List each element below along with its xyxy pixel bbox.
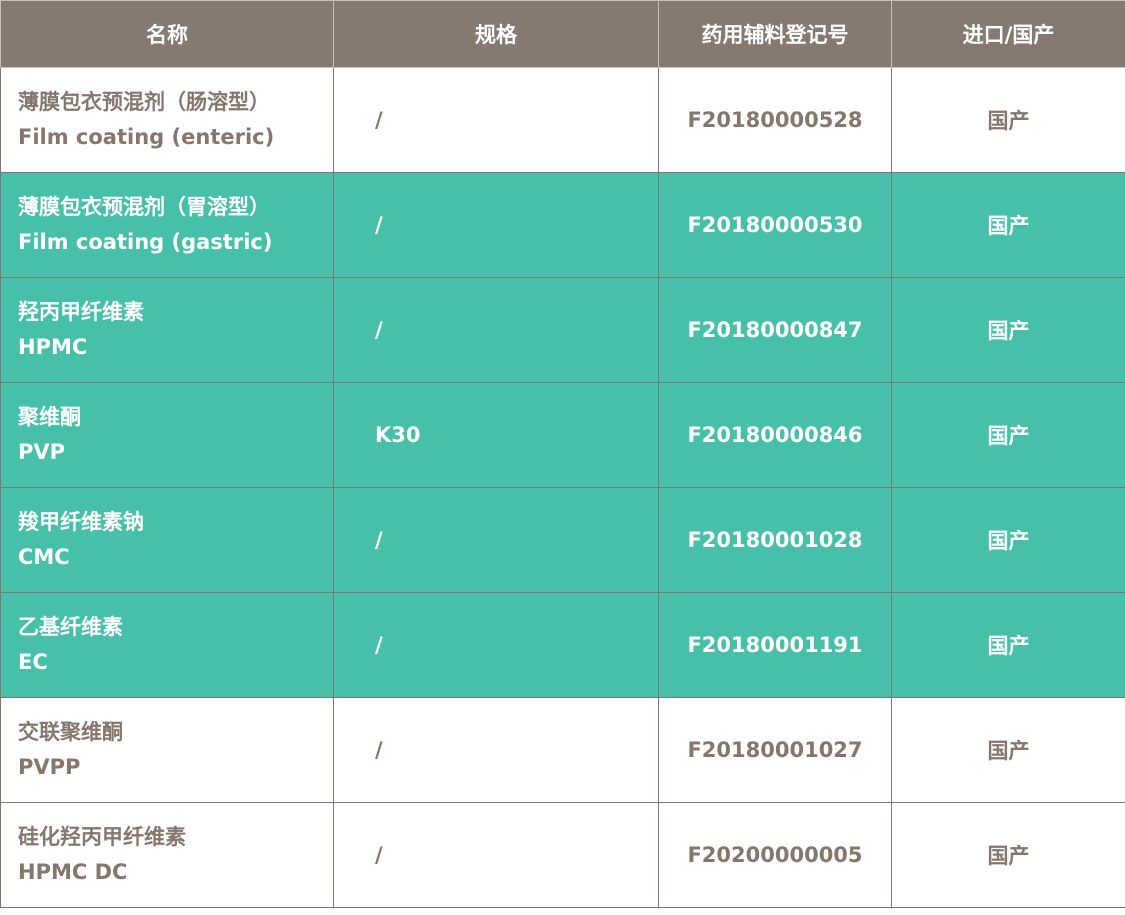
spec-cell: / <box>333 697 659 803</box>
header-origin: 进口/国产 <box>891 0 1125 68</box>
name-cell: 聚维酮 PVP <box>0 382 334 488</box>
header-name: 名称 <box>0 0 334 68</box>
name-cell: 薄膜包衣预混剂（胃溶型） Film coating (gastric) <box>0 172 334 278</box>
registration-cell: F20180001191 <box>658 592 892 698</box>
origin-cell: 国产 <box>891 697 1125 803</box>
origin-cell: 国产 <box>891 802 1125 908</box>
name-cn: 乙基纤维素 <box>18 615 123 639</box>
name-cell: 羟丙甲纤维素 HPMC <box>0 277 334 383</box>
table-row: 薄膜包衣预混剂（胃溶型） Film coating (gastric) / F2… <box>0 172 1125 278</box>
name-en: Film coating (gastric) <box>18 230 273 254</box>
registration-cell: F20180000847 <box>658 277 892 383</box>
name-cn: 硅化羟丙甲纤维素 <box>18 825 186 849</box>
table-row: 硅化羟丙甲纤维素 HPMC DC / F20200000005 国产 <box>0 802 1125 908</box>
spec-cell: / <box>333 487 659 593</box>
name-cn: 薄膜包衣预混剂（肠溶型） <box>18 90 270 114</box>
name-cn: 交联聚维酮 <box>18 720 123 744</box>
name-cell: 硅化羟丙甲纤维素 HPMC DC <box>0 802 334 908</box>
table-row: 薄膜包衣预混剂（肠溶型） Film coating (enteric) / F2… <box>0 67 1125 173</box>
origin-cell: 国产 <box>891 67 1125 173</box>
registration-cell: F20180001027 <box>658 697 892 803</box>
origin-cell: 国产 <box>891 172 1125 278</box>
origin-cell: 国产 <box>891 382 1125 488</box>
header-spec: 规格 <box>333 0 659 68</box>
name-en: EC <box>18 650 48 674</box>
name-cn: 羟丙甲纤维素 <box>18 300 144 324</box>
header-registration: 药用辅料登记号 <box>658 0 892 68</box>
table-row: 交联聚维酮 PVPP / F20180001027 国产 <box>0 697 1125 803</box>
registration-cell: F20180001028 <box>658 487 892 593</box>
spec-cell: / <box>333 172 659 278</box>
table-row: 聚维酮 PVP K30 F20180000846 国产 <box>0 382 1125 488</box>
table-row: 乙基纤维素 EC / F20180001191 国产 <box>0 592 1125 698</box>
spec-cell: K30 <box>333 382 659 488</box>
table-header: 名称 规格 药用辅料登记号 进口/国产 <box>0 0 1125 68</box>
table-row: 羧甲纤维素钠 CMC / F20180001028 国产 <box>0 487 1125 593</box>
excipient-table: 名称 规格 药用辅料登记号 进口/国产 薄膜包衣预混剂（肠溶型） Film co… <box>0 0 1125 908</box>
spec-cell: / <box>333 277 659 383</box>
spec-cell: / <box>333 802 659 908</box>
registration-cell: F20180000528 <box>658 67 892 173</box>
name-en: HPMC <box>18 335 88 359</box>
name-en: PVP <box>18 440 66 464</box>
name-cn: 聚维酮 <box>18 405 81 429</box>
name-cn: 羧甲纤维素钠 <box>18 510 144 534</box>
registration-cell: F20180000530 <box>658 172 892 278</box>
origin-cell: 国产 <box>891 487 1125 593</box>
name-en: HPMC DC <box>18 860 128 884</box>
origin-cell: 国产 <box>891 592 1125 698</box>
table-row: 羟丙甲纤维素 HPMC / F20180000847 国产 <box>0 277 1125 383</box>
registration-cell: F20180000846 <box>658 382 892 488</box>
table-body: 薄膜包衣预混剂（肠溶型） Film coating (enteric) / F2… <box>0 67 1125 908</box>
registration-cell: F20200000005 <box>658 802 892 908</box>
spec-cell: / <box>333 67 659 173</box>
name-cn: 薄膜包衣预混剂（胃溶型） <box>18 195 270 219</box>
name-cell: 羧甲纤维素钠 CMC <box>0 487 334 593</box>
spec-cell: / <box>333 592 659 698</box>
header-row: 名称 规格 药用辅料登记号 进口/国产 <box>0 0 1125 68</box>
name-en: Film coating (enteric) <box>18 125 275 149</box>
origin-cell: 国产 <box>891 277 1125 383</box>
name-cell: 乙基纤维素 EC <box>0 592 334 698</box>
name-cell: 薄膜包衣预混剂（肠溶型） Film coating (enteric) <box>0 67 334 173</box>
name-cell: 交联聚维酮 PVPP <box>0 697 334 803</box>
name-en: PVPP <box>18 755 81 779</box>
name-en: CMC <box>18 545 70 569</box>
